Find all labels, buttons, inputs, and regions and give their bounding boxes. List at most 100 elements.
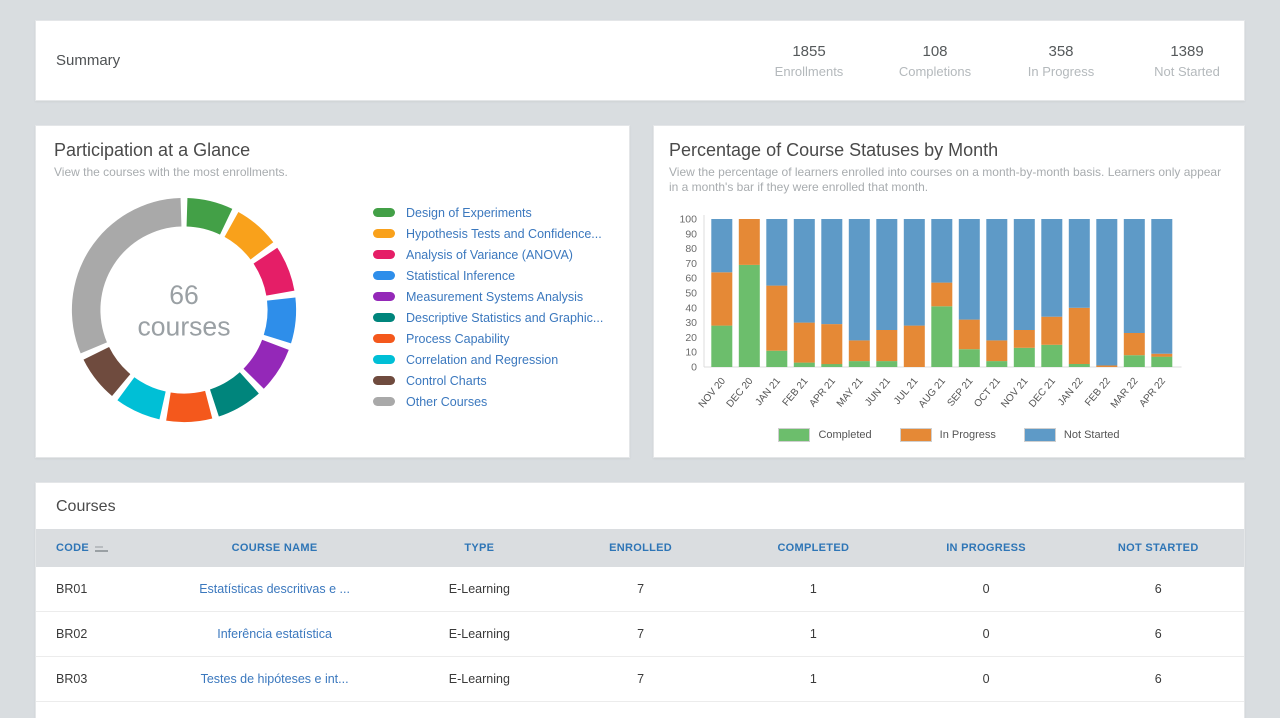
bar-segment-completed[interactable] <box>986 361 1007 367</box>
bar-segment-not-started[interactable] <box>711 219 732 272</box>
bar-segment-in-progress[interactable] <box>986 340 1007 361</box>
bar-segment-not-started[interactable] <box>986 219 1007 340</box>
column-header-enrolled[interactable]: ENROLLED <box>554 529 727 567</box>
bar-segment-not-started[interactable] <box>1096 219 1117 366</box>
column-header-in-progress[interactable]: IN PROGRESS <box>900 529 1073 567</box>
bar-segment-in-progress[interactable] <box>1096 366 1117 368</box>
donut-legend-label[interactable]: Other Courses <box>406 395 487 409</box>
donut-legend-item[interactable]: Analysis of Variance (ANOVA) <box>373 244 605 265</box>
stat-label: Completions <box>880 64 990 79</box>
bar-segment-in-progress[interactable] <box>876 330 897 361</box>
bar-segment-not-started[interactable] <box>1151 219 1172 354</box>
donut-segment[interactable] <box>244 340 289 389</box>
bar-legend-item[interactable]: Not Started <box>1024 428 1120 442</box>
column-header-completed[interactable]: COMPLETED <box>727 529 900 567</box>
donut-legend-label[interactable]: Measurement Systems Analysis <box>406 290 583 304</box>
bar-segment-not-started[interactable] <box>1014 219 1035 330</box>
bar-segment-not-started[interactable] <box>821 219 842 324</box>
donut-legend-item[interactable]: Process Capability <box>373 328 605 349</box>
bar-segment-not-started[interactable] <box>876 219 897 330</box>
bar-segment-in-progress[interactable] <box>904 326 925 367</box>
bar-segment-completed[interactable] <box>931 306 952 367</box>
donut-legend-label[interactable]: Control Charts <box>406 374 487 388</box>
bar-segment-completed[interactable] <box>794 363 815 367</box>
donut-segment[interactable] <box>166 391 212 422</box>
donut-segment[interactable] <box>225 212 274 259</box>
bar-segment-in-progress[interactable] <box>1124 333 1145 355</box>
bar-segment-in-progress[interactable] <box>849 340 870 361</box>
bar-segment-in-progress[interactable] <box>1151 354 1172 357</box>
bar-segment-not-started[interactable] <box>904 219 925 326</box>
donut-legend-item[interactable]: Hypothesis Tests and Confidence... <box>373 223 605 244</box>
donut-legend-label[interactable]: Process Capability <box>406 332 510 346</box>
legend-swatch-icon <box>373 355 395 364</box>
donut-legend-label[interactable]: Correlation and Regression <box>406 353 558 367</box>
y-axis-tick-label: 20 <box>685 332 697 344</box>
bar-segment-not-started[interactable] <box>931 219 952 283</box>
courses-title: Courses <box>36 483 1244 529</box>
bar-segment-completed[interactable] <box>739 265 760 367</box>
donut-segment[interactable] <box>187 198 233 235</box>
donut-segment[interactable] <box>264 297 296 343</box>
donut-segment[interactable] <box>84 347 131 396</box>
bar-segment-in-progress[interactable] <box>739 219 760 265</box>
bar-segment-in-progress[interactable] <box>959 320 980 350</box>
bar-segment-completed[interactable] <box>821 364 842 367</box>
bar-segment-in-progress[interactable] <box>794 323 815 363</box>
bar-segment-completed[interactable] <box>959 349 980 367</box>
bar-segment-completed[interactable] <box>876 361 897 367</box>
donut-legend-item[interactable]: Measurement Systems Analysis <box>373 286 605 307</box>
course-name-link[interactable]: Inferência estatística <box>217 627 332 641</box>
bar-segment-completed[interactable] <box>1014 348 1035 367</box>
bar-segment-completed[interactable] <box>1041 345 1062 367</box>
bar-segment-not-started[interactable] <box>1124 219 1145 333</box>
donut-segment[interactable] <box>210 372 259 416</box>
column-header-course-name[interactable]: COURSE NAME <box>145 529 405 567</box>
donut-legend-label[interactable]: Design of Experiments <box>406 206 532 220</box>
donut-legend-item[interactable]: Descriptive Statistics and Graphic... <box>373 307 605 328</box>
participation-card: Participation at a Glance View the cours… <box>35 125 630 458</box>
donut-legend-label[interactable]: Statistical Inference <box>406 269 515 283</box>
bar-segment-not-started[interactable] <box>959 219 980 320</box>
course-name-link[interactable]: Testes de hipóteses e int... <box>201 672 349 686</box>
bar-segment-not-started[interactable] <box>794 219 815 323</box>
column-header-code[interactable]: CODE <box>36 529 145 567</box>
bar-segment-completed[interactable] <box>1124 355 1145 367</box>
bar-segment-completed[interactable] <box>849 361 870 367</box>
cell-name: Estatísticas descritivas e ... <box>145 567 405 612</box>
bar-segment-in-progress[interactable] <box>766 286 787 351</box>
donut-legend-item[interactable]: Control Charts <box>373 370 605 391</box>
donut-legend-label[interactable]: Descriptive Statistics and Graphic... <box>406 311 603 325</box>
bar-segment-completed[interactable] <box>1069 364 1090 367</box>
donut-legend-item[interactable]: Other Courses <box>373 391 605 412</box>
bar-segment-in-progress[interactable] <box>1014 330 1035 348</box>
donut-legend-item[interactable]: Statistical Inference <box>373 265 605 286</box>
bar-segment-in-progress[interactable] <box>821 324 842 364</box>
sort-icon[interactable] <box>95 546 108 552</box>
bar-segment-in-progress[interactable] <box>711 272 732 325</box>
bar-segment-completed[interactable] <box>766 351 787 367</box>
bar-segment-not-started[interactable] <box>1069 219 1090 308</box>
column-header-not-started[interactable]: NOT STARTED <box>1072 529 1244 567</box>
bar-segment-not-started[interactable] <box>849 219 870 340</box>
bar-legend-item[interactable]: Completed <box>778 428 871 442</box>
donut-legend-label[interactable]: Hypothesis Tests and Confidence... <box>406 227 602 241</box>
bar-segment-completed[interactable] <box>711 326 732 367</box>
bar-segment-in-progress[interactable] <box>1041 317 1062 345</box>
bar-segment-not-started[interactable] <box>766 219 787 286</box>
donut-legend-item[interactable]: Correlation and Regression <box>373 349 605 370</box>
donut-legend-label[interactable]: Analysis of Variance (ANOVA) <box>406 248 573 262</box>
donut-segment[interactable] <box>254 248 295 296</box>
course-name-link[interactable]: Estatísticas descritivas e ... <box>199 582 350 596</box>
courses-card: Courses CODECOURSE NAMETYPEENROLLEDCOMPL… <box>35 482 1245 718</box>
bar-segment-not-started[interactable] <box>1041 219 1062 317</box>
participation-title: Participation at a Glance <box>54 140 611 161</box>
donut-legend-item[interactable]: Design of Experiments <box>373 202 605 223</box>
bar-segment-in-progress[interactable] <box>1069 308 1090 364</box>
bar-legend-item[interactable]: In Progress <box>900 428 996 442</box>
bar-segment-completed[interactable] <box>1151 357 1172 367</box>
column-header-type[interactable]: TYPE <box>404 529 554 567</box>
bar-segment-in-progress[interactable] <box>931 283 952 307</box>
statuses-subtitle: View the percentage of learners enrolled… <box>669 165 1229 195</box>
donut-segment[interactable] <box>117 377 165 419</box>
